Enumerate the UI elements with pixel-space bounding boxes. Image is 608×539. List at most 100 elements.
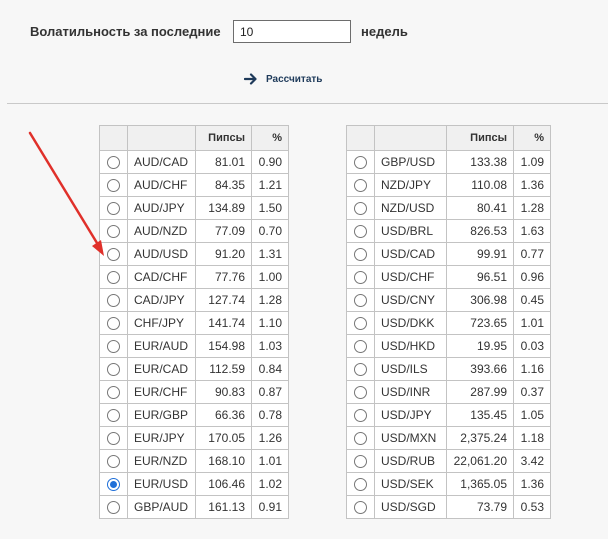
pair-radio-cell[interactable] [346,196,375,220]
pair-radio-cell[interactable] [346,357,375,381]
pair-radio[interactable] [107,478,120,492]
pair-radio-cell[interactable] [99,472,128,496]
pair-radio[interactable] [107,294,120,308]
table-row[interactable]: USD/SEK 1,365.05 1.36 [346,472,551,496]
pair-radio[interactable] [354,271,367,285]
table-row[interactable]: EUR/AUD 154.98 1.03 [99,334,289,358]
table-row[interactable]: USD/CNY 306.98 0.45 [346,288,551,312]
pair-radio[interactable] [354,156,367,170]
table-row[interactable]: USD/BRL 826.53 1.63 [346,219,551,243]
pair-radio-cell[interactable] [346,449,375,473]
table-row[interactable]: USD/INR 287.99 0.37 [346,380,551,404]
table-row[interactable]: GBP/USD 133.38 1.09 [346,150,551,174]
table-row[interactable]: EUR/CHF 90.83 0.87 [99,380,289,404]
pair-radio[interactable] [354,455,367,469]
pair-radio-cell[interactable] [346,472,375,496]
pair-radio[interactable] [354,317,367,331]
calculate-button[interactable]: Рассчитать [243,70,322,88]
pair-radio-cell[interactable] [99,403,128,427]
pair-radio[interactable] [107,409,120,423]
table-row[interactable]: USD/DKK 723.65 1.01 [346,311,551,335]
pair-radio-cell[interactable] [99,196,128,220]
pair-radio[interactable] [354,340,367,354]
pair-radio[interactable] [107,271,120,285]
pair-radio-cell[interactable] [99,242,128,266]
pair-radio[interactable] [354,409,367,423]
table-row[interactable]: USD/RUB 22,061.20 3.42 [346,449,551,473]
pair-radio-cell[interactable] [99,426,128,450]
pair-radio-cell[interactable] [346,495,375,519]
table-row[interactable]: NZD/JPY 110.08 1.36 [346,173,551,197]
pair-radio[interactable] [354,386,367,400]
pair-radio-cell[interactable] [99,150,128,174]
pair-radio[interactable] [107,248,120,262]
pair-radio-cell[interactable] [346,242,375,266]
table-row[interactable]: GBP/AUD 161.13 0.91 [99,495,289,519]
table-row[interactable]: CAD/CHF 77.76 1.00 [99,265,289,289]
table-row[interactable]: AUD/JPY 134.89 1.50 [99,196,289,220]
table-row[interactable]: EUR/USD 106.46 1.02 [99,472,289,496]
table-row[interactable]: AUD/CHF 84.35 1.21 [99,173,289,197]
pair-radio[interactable] [107,386,120,400]
pair-radio[interactable] [354,225,367,239]
pair-radio-cell[interactable] [346,426,375,450]
pair-radio-cell[interactable] [99,334,128,358]
pair-radio-cell[interactable] [99,173,128,197]
pair-radio[interactable] [354,478,367,492]
pair-radio[interactable] [354,432,367,446]
weeks-input[interactable] [233,20,351,43]
table-row[interactable]: EUR/JPY 170.05 1.26 [99,426,289,450]
table-row[interactable]: NZD/USD 80.41 1.28 [346,196,551,220]
table-row[interactable]: USD/CHF 96.51 0.96 [346,265,551,289]
percent-value: 1.01 [251,449,289,473]
pair-radio-cell[interactable] [99,449,128,473]
table-row[interactable]: USD/SGD 73.79 0.53 [346,495,551,519]
table-row[interactable]: AUD/NZD 77.09 0.70 [99,219,289,243]
table-row[interactable]: USD/JPY 135.45 1.05 [346,403,551,427]
pair-radio-cell[interactable] [99,495,128,519]
table-row[interactable]: AUD/CAD 81.01 0.90 [99,150,289,174]
pair-radio-cell[interactable] [99,311,128,335]
pair-radio[interactable] [107,202,120,216]
table-row[interactable]: EUR/GBP 66.36 0.78 [99,403,289,427]
pair-radio-cell[interactable] [346,380,375,404]
pair-radio[interactable] [107,363,120,377]
pair-radio-cell[interactable] [346,173,375,197]
table-row[interactable]: EUR/NZD 168.10 1.01 [99,449,289,473]
table-row[interactable]: CHF/JPY 141.74 1.10 [99,311,289,335]
table-row[interactable]: USD/ILS 393.66 1.16 [346,357,551,381]
pair-radio-cell[interactable] [346,219,375,243]
pair-radio-cell[interactable] [346,311,375,335]
table-row[interactable]: AUD/USD 91.20 1.31 [99,242,289,266]
table-row[interactable]: EUR/CAD 112.59 0.84 [99,357,289,381]
pair-radio[interactable] [354,179,367,193]
table-row[interactable]: USD/CAD 99.91 0.77 [346,242,551,266]
pair-radio[interactable] [107,432,120,446]
pair-radio[interactable] [107,501,120,515]
pair-radio-cell[interactable] [99,265,128,289]
pair-radio[interactable] [354,363,367,377]
pair-radio-cell[interactable] [99,288,128,312]
pair-radio-cell[interactable] [346,288,375,312]
pair-radio-cell[interactable] [99,357,128,381]
pair-radio[interactable] [107,156,120,170]
pair-name: AUD/CAD [127,150,196,174]
pair-radio-cell[interactable] [346,150,375,174]
pair-radio[interactable] [107,225,120,239]
table-row[interactable]: CAD/JPY 127.74 1.28 [99,288,289,312]
pair-radio[interactable] [354,248,367,262]
pair-radio[interactable] [107,317,120,331]
table-row[interactable]: USD/MXN 2,375.24 1.18 [346,426,551,450]
pair-radio-cell[interactable] [99,380,128,404]
pair-radio[interactable] [354,202,367,216]
pair-radio-cell[interactable] [346,334,375,358]
pair-radio-cell[interactable] [346,265,375,289]
pair-radio[interactable] [107,179,120,193]
pair-radio-cell[interactable] [99,219,128,243]
pair-radio[interactable] [354,501,367,515]
pair-radio[interactable] [107,455,120,469]
table-row[interactable]: USD/HKD 19.95 0.03 [346,334,551,358]
pair-radio[interactable] [354,294,367,308]
pair-radio[interactable] [107,340,120,354]
pair-radio-cell[interactable] [346,403,375,427]
